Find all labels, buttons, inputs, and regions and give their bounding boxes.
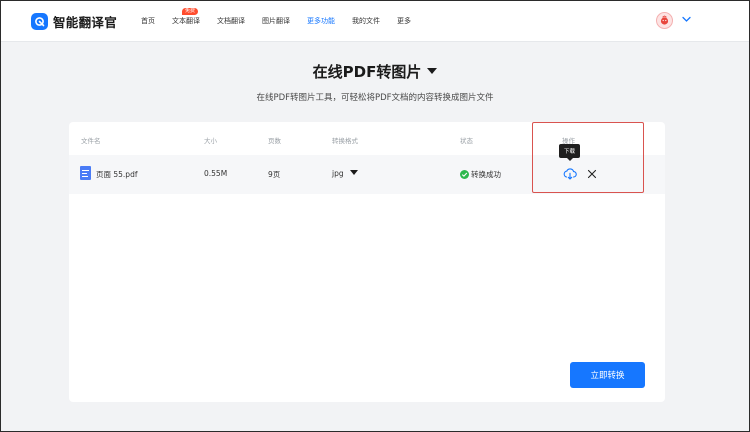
nav-item-more[interactable]: 更多 — [397, 1, 411, 42]
pdf-file-icon — [80, 166, 91, 180]
header-filename: 文件名 — [81, 137, 101, 145]
user-avatar[interactable] — [656, 12, 673, 29]
file-name: 页面 55.pdf — [96, 170, 138, 179]
nav-label: 首页 — [141, 17, 155, 25]
nav-label: 更多 — [397, 17, 411, 25]
main-nav: 首页 文本翻译 免费 文档翻译 图片翻译 更多功能 我的文件 更多 — [141, 1, 428, 42]
tool-switch-caret-icon[interactable] — [427, 68, 438, 74]
actions-highlight-box — [532, 122, 644, 193]
nav-item-my-files[interactable]: 我的文件 — [352, 1, 380, 42]
nav-item-home[interactable]: 首页 — [141, 1, 155, 42]
nav-item-image-translate[interactable]: 图片翻译 — [262, 1, 290, 42]
nav-label: 更多功能 — [307, 17, 335, 25]
nav-item-text-translate[interactable]: 文本翻译 免费 — [172, 1, 200, 42]
header-format: 转换格式 — [332, 137, 358, 145]
top-navbar: 智能翻译官 首页 文本翻译 免费 文档翻译 图片翻译 更多功能 我的文件 更多 — [1, 1, 749, 42]
status-badge: 转换成功 — [460, 169, 501, 180]
page-count: 9页 — [268, 170, 281, 179]
nav-label: 图片翻译 — [262, 17, 290, 25]
file-table-card: 文件名 大小 页数 转换格式 状态 操作 页面 55.pdf 0.55M 9页 … — [69, 122, 665, 402]
logo-icon — [31, 13, 48, 30]
check-circle-icon — [460, 170, 469, 179]
header-size: 大小 — [204, 137, 217, 145]
download-tooltip: 下载 — [559, 144, 581, 161]
nav-label: 文本翻译 — [172, 17, 200, 25]
header-pages: 页数 — [268, 137, 281, 145]
free-badge: 免费 — [181, 8, 199, 15]
page-title-text: 在线PDF转图片 — [312, 63, 422, 81]
caret-down-icon — [349, 170, 358, 175]
format-value: jpg — [332, 169, 344, 178]
status-text: 转换成功 — [471, 170, 501, 179]
header-status: 状态 — [460, 137, 473, 145]
nav-item-more-features[interactable]: 更多功能 — [307, 1, 335, 42]
format-select[interactable]: jpg — [332, 169, 358, 178]
nav-label: 我的文件 — [352, 17, 380, 25]
avatar-icon — [660, 15, 669, 25]
nav-label: 文档翻译 — [217, 17, 245, 25]
page-title: 在线PDF转图片 — [1, 61, 749, 82]
nav-item-doc-translate[interactable]: 文档翻译 — [217, 1, 245, 42]
app-logo[interactable]: 智能翻译官 — [31, 12, 117, 31]
convert-now-button[interactable]: 立即转换 — [570, 362, 645, 388]
file-size: 0.55M — [204, 169, 228, 178]
page-subtitle: 在线PDF转图片工具，可轻松将PDF文档的内容转换成图片文件 — [256, 93, 494, 103]
app-name: 智能翻译官 — [53, 15, 118, 30]
chevron-down-icon[interactable] — [682, 16, 691, 23]
